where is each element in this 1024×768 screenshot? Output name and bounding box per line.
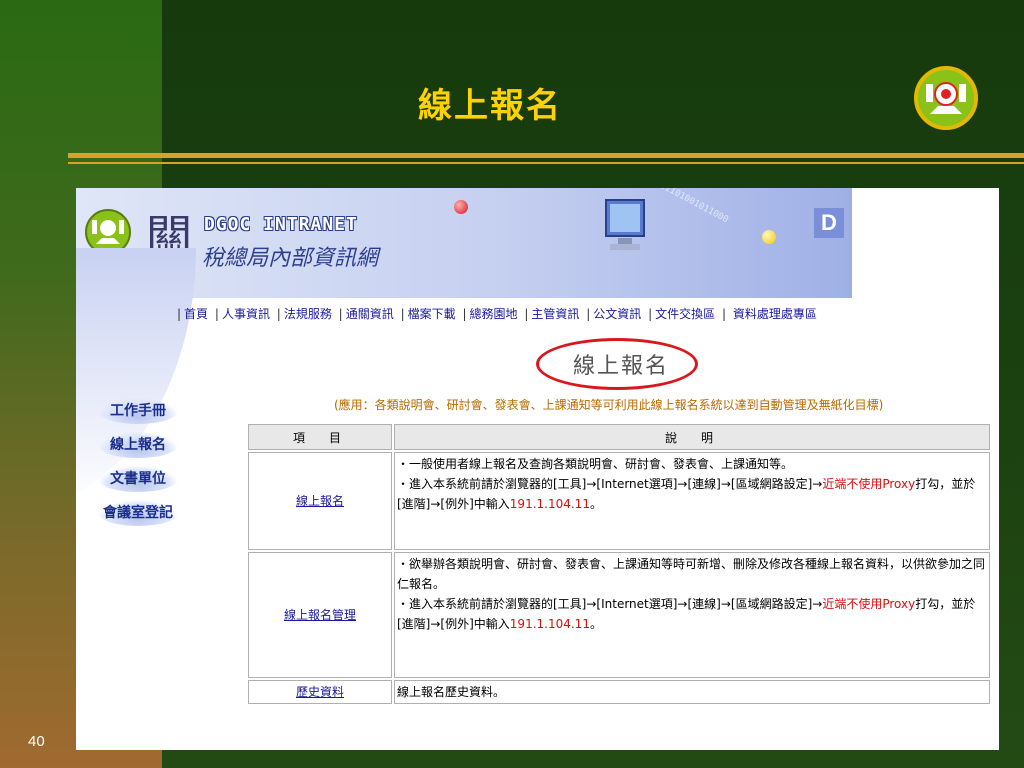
sidebar-item-meeting-room[interactable]: 會議室登記 — [98, 500, 178, 526]
table-cell-description: ・一般使用者線上報名及查詢各類說明會、研討會、發表會、上課通知等。 ・進入本系統… — [394, 452, 990, 550]
nav-item-documents[interactable]: 公文資訊 — [593, 307, 641, 321]
online-registration-link[interactable]: 線上報名 — [296, 494, 344, 508]
sidebar: 工作手冊 線上報名 文書單位 會議室登記 — [98, 398, 188, 534]
history-data-link[interactable]: 歷史資料 — [296, 685, 344, 699]
description-line: ・進入本系統前請於瀏覽器的[工具]→[Internet選項]→[連線]→[區域網… — [397, 597, 976, 631]
top-nav: | 首頁 | 人事資訊 | 法規服務 | 通關資訊 | 檔案下載 | 總務園地 | 主管資訊 … — [177, 307, 817, 321]
page-subtitle: (應用：各類說明會、研討會、發表會、上課通知等可利用此線上報名系統以達到自動管理… — [334, 398, 884, 412]
page-heading: 線上報名 — [573, 354, 670, 379]
column-header-item: 項 目 — [248, 424, 392, 450]
page-number: 40 — [28, 733, 45, 750]
monitor-icon — [605, 199, 645, 250]
sidebar-item-online-registration[interactable]: 線上報名 — [98, 432, 178, 458]
title-rule-thin — [68, 162, 1024, 164]
table-cell-item: 歷史資料 — [248, 680, 392, 704]
table-cell-description: 線上報名歷史資料。 — [394, 680, 990, 704]
registration-table: 項 目 說 明 線上報名 ・一般使用者線上報名及查詢各類說明會、研討會、發表會、… — [246, 422, 992, 706]
nav-item-file-exchange[interactable]: 文件交換區 — [655, 307, 715, 321]
nav-item-management[interactable]: 主管資訊 — [531, 307, 579, 321]
title-rule — [68, 153, 1024, 158]
proxy-note: 近端不使用Proxy — [822, 477, 916, 491]
description-line: ・欲舉辦各類說明會、研討會、發表會、上課通知等時可新增、刪除及修改各種線上報名資… — [397, 557, 986, 591]
intranet-title: DGOC INTRANET — [204, 214, 358, 235]
nav-item-personnel[interactable]: 人事資訊 — [222, 307, 270, 321]
red-ball-icon — [454, 200, 468, 214]
description-line: ・進入本系統前請於瀏覽器的[工具]→[Internet選項]→[連線]→[區域網… — [397, 477, 976, 511]
table-row: 線上報名管理 ・欲舉辦各類說明會、研討會、發表會、上課通知等時可新增、刪除及修改… — [248, 552, 990, 678]
description-line: ・一般使用者線上報名及查詢各類說明會、研討會、發表會、上課通知等。 — [397, 457, 794, 471]
intranet-subtitle: 稅總局內部資訊網 — [202, 246, 379, 271]
proxy-note: 近端不使用Proxy — [822, 597, 916, 611]
table-row: 線上報名 ・一般使用者線上報名及查詢各類說明會、研討會、發表會、上課通知等。 ・… — [248, 452, 990, 550]
sidebar-item-document-unit[interactable]: 文書單位 — [98, 466, 178, 492]
ip-address: 191.1.104.11 — [509, 617, 590, 631]
table-cell-description: ・欲舉辦各類說明會、研討會、發表會、上課通知等時可新增、刪除及修改各種線上報名資… — [394, 552, 990, 678]
registration-management-link[interactable]: 線上報名管理 — [284, 608, 356, 622]
column-header-description: 說 明 — [394, 424, 990, 450]
nav-item-home[interactable]: 首頁 — [184, 307, 208, 321]
nav-item-legal[interactable]: 法規服務 — [284, 307, 332, 321]
table-header-row: 項 目 說 明 — [248, 424, 990, 450]
yellow-ball-icon — [762, 230, 776, 244]
table-cell-item: 線上報名管理 — [248, 552, 392, 678]
table-cell-item: 線上報名 — [248, 452, 392, 550]
table-row: 歷史資料 線上報名歷史資料。 — [248, 680, 990, 704]
ip-address: 191.1.104.11 — [509, 497, 590, 511]
nav-item-data-processing[interactable]: 資料處理處專區 — [733, 307, 817, 321]
sidebar-item-work-manual[interactable]: 工作手冊 — [98, 398, 178, 424]
nav-item-general-affairs[interactable]: 總務園地 — [470, 307, 518, 321]
slide-title: 線上報名 — [418, 86, 562, 126]
nav-item-customs[interactable]: 通關資訊 — [346, 307, 394, 321]
nav-item-downloads[interactable]: 檔案下載 — [408, 307, 456, 321]
customs-emblem-icon — [914, 66, 978, 130]
intranet-screenshot: 關 DGOC INTRANET 稅總局內部資訊網 01101001011000 … — [76, 188, 999, 750]
binary-decoration: 01101001011000 — [658, 188, 730, 226]
d-badge-icon: D — [814, 208, 844, 238]
